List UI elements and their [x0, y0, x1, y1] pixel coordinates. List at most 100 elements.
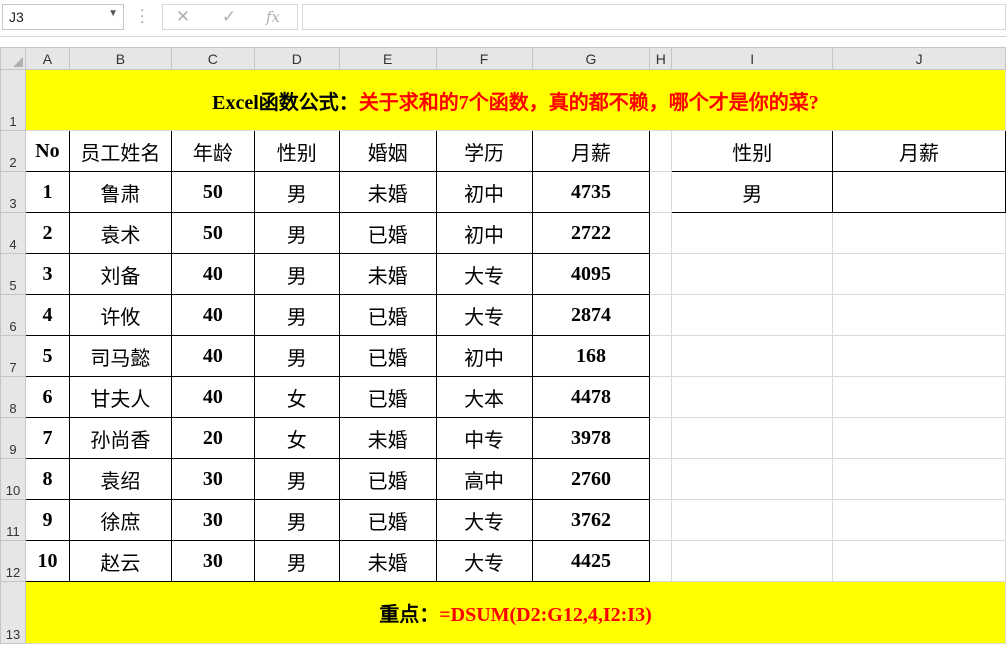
- column-header-F[interactable]: F: [435, 47, 533, 70]
- empty-cell[interactable]: [832, 376, 1006, 418]
- empty-cell[interactable]: [671, 458, 834, 500]
- cell-gender[interactable]: 女: [253, 376, 340, 418]
- cell-salary[interactable]: 3978: [531, 417, 651, 459]
- cell-no[interactable]: 6: [24, 376, 70, 418]
- column-header-H[interactable]: H: [649, 47, 673, 70]
- column-header-E[interactable]: E: [338, 47, 437, 70]
- empty-cell[interactable]: [671, 499, 834, 541]
- header-no[interactable]: No: [24, 130, 70, 172]
- cell-name[interactable]: 徐庶: [68, 499, 172, 541]
- cell-education[interactable]: 大本: [435, 376, 533, 418]
- header-education[interactable]: 学历: [435, 130, 533, 172]
- header-age[interactable]: 年龄: [170, 130, 255, 172]
- criteria-header-salary[interactable]: 月薪: [832, 130, 1006, 172]
- cell-age[interactable]: 50: [170, 171, 255, 213]
- formula-input[interactable]: [302, 4, 1006, 30]
- select-all-corner[interactable]: [0, 47, 26, 70]
- cell-age[interactable]: 30: [170, 458, 255, 500]
- cell-name[interactable]: 许攸: [68, 294, 172, 336]
- cell-education[interactable]: 初中: [435, 212, 533, 254]
- cell-no[interactable]: 3: [24, 253, 70, 295]
- row-header-6[interactable]: 6: [0, 294, 26, 336]
- empty-cell[interactable]: [649, 294, 673, 336]
- cell-marital[interactable]: 已婚: [338, 376, 437, 418]
- cell-marital[interactable]: 已婚: [338, 458, 437, 500]
- cell-no[interactable]: 10: [24, 540, 70, 582]
- cell-salary[interactable]: 2874: [531, 294, 651, 336]
- cell-salary[interactable]: 168: [531, 335, 651, 377]
- cell-marital[interactable]: 未婚: [338, 171, 437, 213]
- column-header-D[interactable]: D: [253, 47, 340, 70]
- chevron-down-icon[interactable]: ▼: [108, 8, 118, 19]
- column-header-G[interactable]: G: [531, 47, 651, 70]
- cell-gender[interactable]: 男: [253, 335, 340, 377]
- cell-marital[interactable]: 已婚: [338, 212, 437, 254]
- confirm-icon[interactable]: ✓: [217, 7, 241, 27]
- cell-no[interactable]: 4: [24, 294, 70, 336]
- empty-cell[interactable]: [832, 458, 1006, 500]
- cell-education[interactable]: 中专: [435, 417, 533, 459]
- empty-cell[interactable]: [671, 417, 834, 459]
- cell-age[interactable]: 30: [170, 540, 255, 582]
- cell-name[interactable]: 鲁肃: [68, 171, 172, 213]
- header-marital[interactable]: 婚姻: [338, 130, 437, 172]
- cell-gender[interactable]: 男: [253, 540, 340, 582]
- empty-cell[interactable]: [671, 253, 834, 295]
- row-header-12[interactable]: 12: [0, 540, 26, 582]
- cell-no[interactable]: 8: [24, 458, 70, 500]
- cell-salary[interactable]: 4735: [531, 171, 651, 213]
- cell-name[interactable]: 孙尚香: [68, 417, 172, 459]
- empty-cell[interactable]: [649, 253, 673, 295]
- cell-gender[interactable]: 男: [253, 499, 340, 541]
- cell-salary[interactable]: 4095: [531, 253, 651, 295]
- row-header-11[interactable]: 11: [0, 499, 26, 541]
- empty-cell[interactable]: [671, 540, 834, 582]
- empty-cell[interactable]: [832, 253, 1006, 295]
- row-header-1[interactable]: 1: [0, 69, 26, 131]
- header-name[interactable]: 员工姓名: [68, 130, 172, 172]
- cell-marital[interactable]: 未婚: [338, 417, 437, 459]
- empty-cell[interactable]: [832, 499, 1006, 541]
- empty-cell[interactable]: [649, 376, 673, 418]
- cell-marital[interactable]: 已婚: [338, 335, 437, 377]
- cell-age[interactable]: 40: [170, 294, 255, 336]
- cell-marital[interactable]: 已婚: [338, 499, 437, 541]
- column-header-I[interactable]: I: [671, 47, 834, 70]
- row-header-10[interactable]: 10: [0, 458, 26, 500]
- empty-cell[interactable]: [832, 294, 1006, 336]
- column-header-B[interactable]: B: [68, 47, 172, 70]
- cell-name[interactable]: 甘夫人: [68, 376, 172, 418]
- column-header-C[interactable]: C: [170, 47, 255, 70]
- cell-no[interactable]: 1: [24, 171, 70, 213]
- row-header-3[interactable]: 3: [0, 171, 26, 213]
- row-header-5[interactable]: 5: [0, 253, 26, 295]
- cell-education[interactable]: 大专: [435, 253, 533, 295]
- row-header-7[interactable]: 7: [0, 335, 26, 377]
- header-gender[interactable]: 性别: [253, 130, 340, 172]
- cell-salary[interactable]: 4425: [531, 540, 651, 582]
- cell-marital[interactable]: 未婚: [338, 253, 437, 295]
- column-header-A[interactable]: A: [24, 47, 70, 70]
- cell-marital[interactable]: 已婚: [338, 294, 437, 336]
- header-salary[interactable]: 月薪: [531, 130, 651, 172]
- footer-cell[interactable]: 重点：=DSUM(D2:G12,4,I2:I3): [24, 581, 1006, 644]
- empty-cell[interactable]: [832, 335, 1006, 377]
- cell-gender[interactable]: 男: [253, 171, 340, 213]
- cell-gender[interactable]: 男: [253, 458, 340, 500]
- cell-no[interactable]: 7: [24, 417, 70, 459]
- cell-name[interactable]: 赵云: [68, 540, 172, 582]
- name-box[interactable]: J3 ▼: [2, 4, 124, 30]
- more-options-icon[interactable]: · · ·: [140, 4, 144, 30]
- cell-education[interactable]: 大专: [435, 499, 533, 541]
- empty-cell[interactable]: [832, 540, 1006, 582]
- cell-gender[interactable]: 男: [253, 212, 340, 254]
- insert-function-icon[interactable]: fx: [261, 7, 285, 27]
- cell-education[interactable]: 高中: [435, 458, 533, 500]
- cell-H3[interactable]: [649, 171, 673, 213]
- empty-cell[interactable]: [671, 376, 834, 418]
- cell-age[interactable]: 50: [170, 212, 255, 254]
- criteria-header-gender[interactable]: 性别: [671, 130, 834, 172]
- cell-H2[interactable]: [649, 130, 673, 172]
- cell-no[interactable]: 9: [24, 499, 70, 541]
- row-header-4[interactable]: 4: [0, 212, 26, 254]
